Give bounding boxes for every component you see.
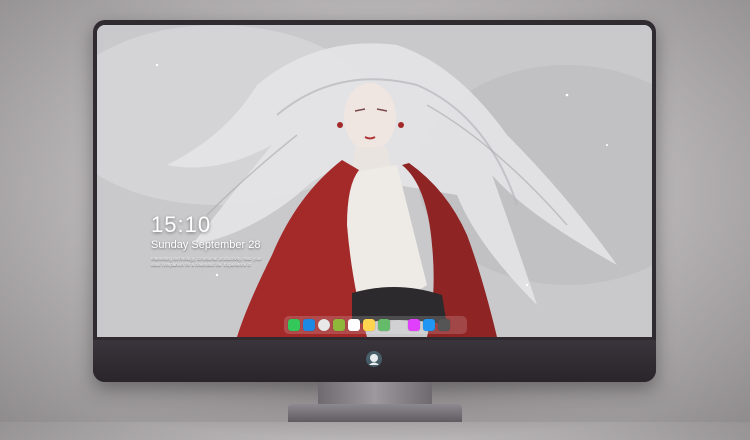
lock-time: 15:10 bbox=[151, 212, 212, 237]
safari-icon[interactable] bbox=[318, 319, 330, 331]
photos-icon[interactable] bbox=[333, 319, 345, 331]
monitor: 15:10 Sunday September 28 Interesting te… bbox=[93, 20, 656, 382]
wallpaper-image bbox=[97, 25, 652, 337]
clips-icon[interactable] bbox=[348, 319, 360, 331]
itunes-icon[interactable] bbox=[408, 319, 420, 331]
monitor-stand-base bbox=[288, 404, 462, 422]
lock-date: Sunday September 28 bbox=[151, 239, 261, 251]
lock-tagline: Interesting technology. Emotional produc… bbox=[151, 256, 262, 267]
app-store-icon[interactable] bbox=[423, 319, 435, 331]
finder-icon[interactable] bbox=[303, 319, 315, 331]
brand-logo-icon bbox=[366, 351, 382, 367]
notes-icon[interactable] bbox=[363, 319, 375, 331]
camera-icon[interactable] bbox=[438, 319, 450, 331]
dock bbox=[284, 316, 467, 334]
lock-screen[interactable]: 15:10 Sunday September 28 Interesting te… bbox=[97, 25, 652, 337]
maps-icon[interactable] bbox=[378, 319, 390, 331]
monitor-chin bbox=[93, 340, 656, 382]
messages-icon[interactable] bbox=[288, 319, 300, 331]
